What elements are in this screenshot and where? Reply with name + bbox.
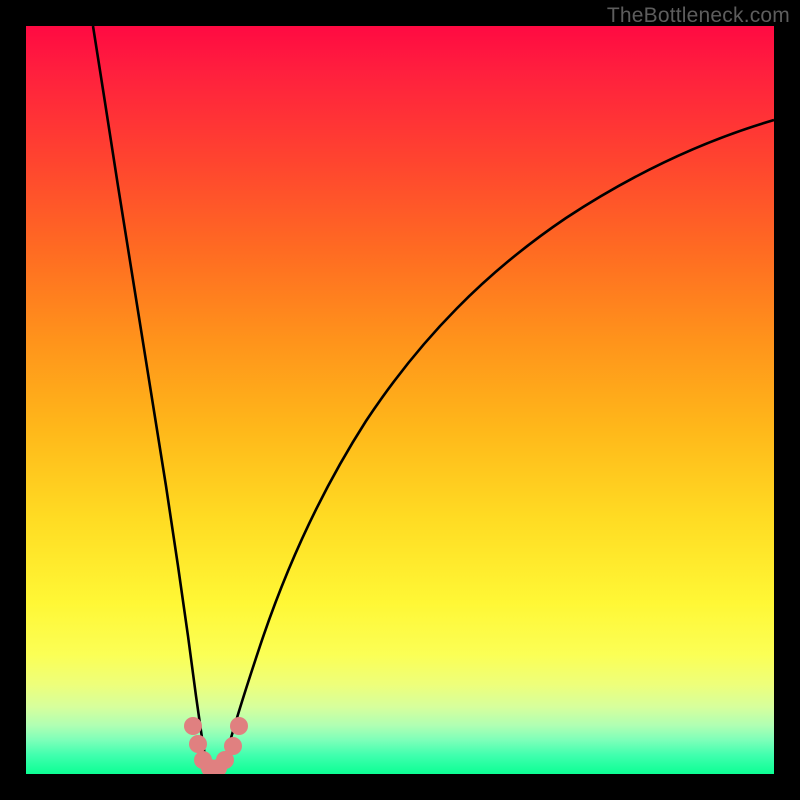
plot-area [26,26,774,774]
trough-markers [184,717,248,774]
curve-right-branch [222,120,774,772]
chart-frame: TheBottleneck.com [0,0,800,800]
curve-layer [26,26,774,774]
watermark-text: TheBottleneck.com [607,4,790,28]
curve-left-branch [93,26,210,772]
